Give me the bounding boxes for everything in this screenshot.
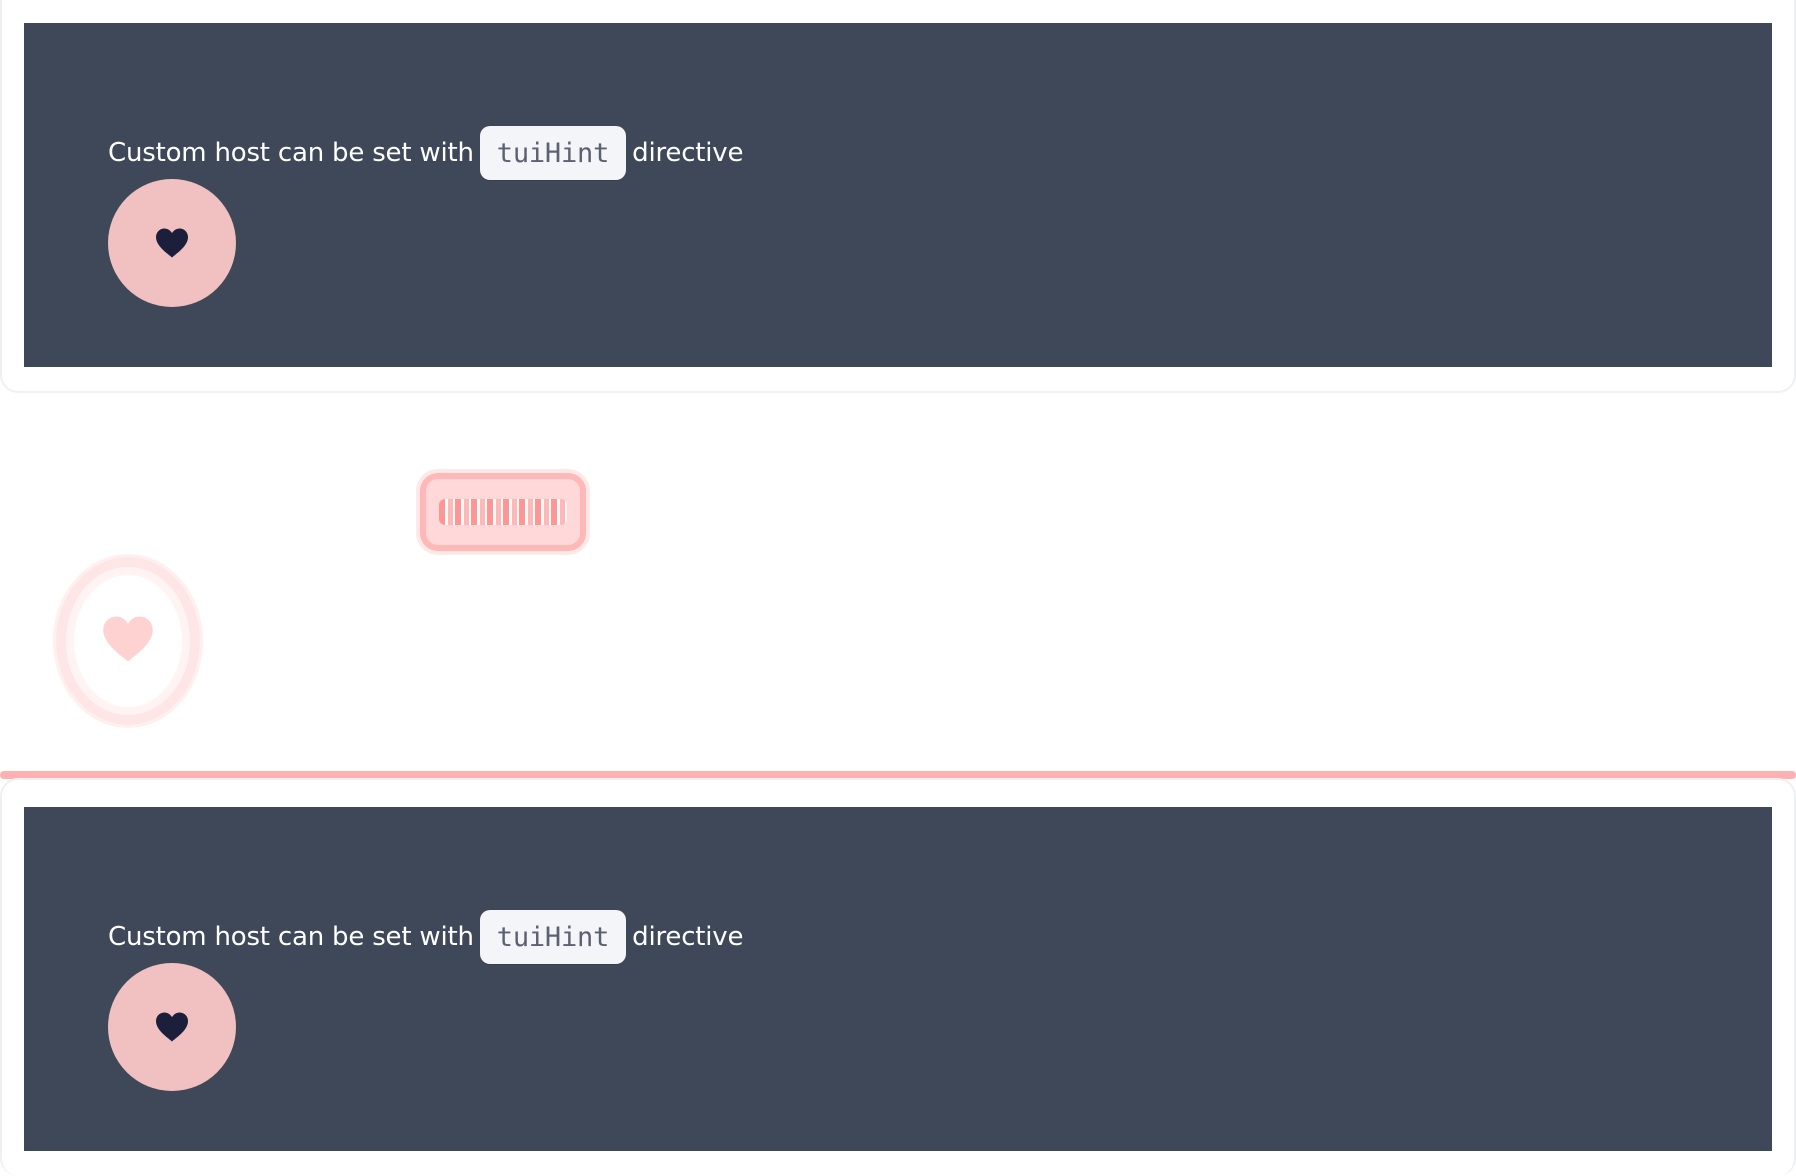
demo-panel-bottom: Custom host can be set with tuiHint dire… bbox=[24, 807, 1772, 1151]
diff-ghost-chip bbox=[420, 473, 586, 551]
diff-ghost-button bbox=[56, 557, 200, 725]
heart-icon bbox=[101, 614, 155, 668]
description-line: Custom host can be set with tuiHint dire… bbox=[108, 123, 743, 183]
description-text-after: directive bbox=[632, 922, 744, 952]
scribble-icon bbox=[439, 499, 567, 525]
demo-panel-top: Custom host can be set with tuiHint dire… bbox=[24, 23, 1772, 367]
heart-button[interactable] bbox=[108, 963, 236, 1091]
description-line: Custom host can be set with tuiHint dire… bbox=[108, 907, 743, 967]
code-chip: tuiHint bbox=[479, 126, 627, 180]
heart-button[interactable] bbox=[108, 179, 236, 307]
description-text-before: Custom host can be set with bbox=[108, 922, 474, 952]
code-chip: tuiHint bbox=[479, 910, 627, 964]
heart-icon bbox=[154, 227, 190, 259]
description-text-after: directive bbox=[632, 138, 744, 168]
visual-diff-area bbox=[0, 393, 1796, 779]
heart-icon bbox=[154, 1011, 190, 1043]
description-text-before: Custom host can be set with bbox=[108, 138, 474, 168]
